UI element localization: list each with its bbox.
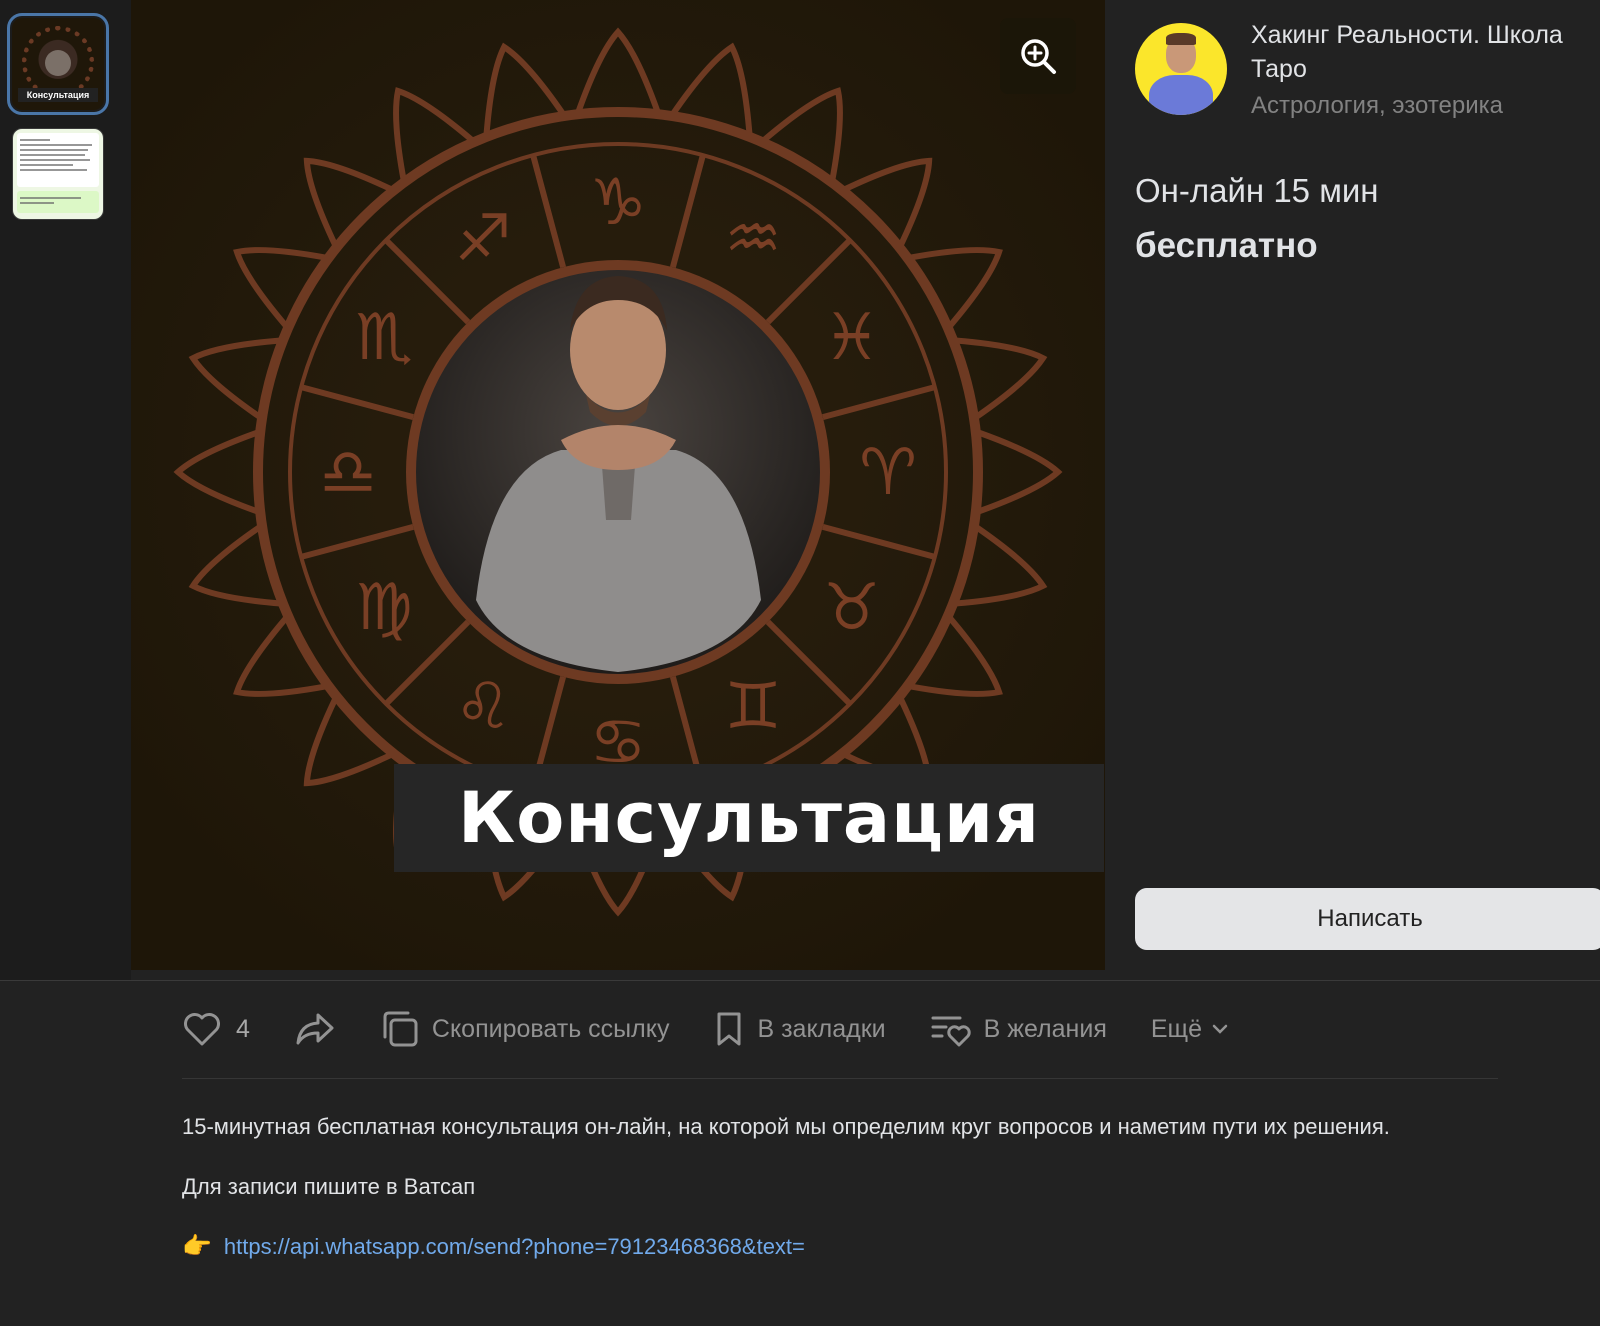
- zodiac-glyph: ♌: [454, 670, 511, 744]
- product-image[interactable]: ♈ ♉ ♊ ♋ ♌ ♍ ♎ ♏ ♐ ♑ ♒ ♓ Консультация: [131, 0, 1105, 970]
- actions-divider: [182, 1078, 1498, 1079]
- wishlist-label: В желания: [983, 1014, 1107, 1043]
- zodiac-glyph: ♍: [355, 571, 412, 645]
- seller-name[interactable]: Хакинг Реальности. Школа Таро: [1251, 18, 1591, 86]
- thumbnail-portrait: [45, 50, 71, 76]
- section-divider: [0, 980, 1600, 981]
- thumbnail-chat-reply: [17, 191, 99, 213]
- like-button[interactable]: 4: [182, 1011, 250, 1047]
- zoom-button[interactable]: [1000, 18, 1076, 94]
- share-icon: [296, 1013, 334, 1045]
- description-paragraph: Для записи пишите в Ватсап: [182, 1174, 476, 1199]
- seller-category: Астрология, эзотерика: [1251, 92, 1504, 119]
- item-info-panel: Хакинг Реальности. Школа Таро Астрология…: [1105, 0, 1600, 980]
- thumbnail-caption: Консультация: [18, 88, 98, 102]
- thumbnail-consultation[interactable]: Консультация: [7, 13, 109, 115]
- zodiac-glyph: ♊: [724, 670, 781, 744]
- seller-avatar[interactable]: [1135, 23, 1227, 115]
- chevron-down-icon: [1212, 1024, 1228, 1034]
- more-label: Ещё: [1150, 1014, 1203, 1043]
- wishlist-button[interactable]: В желания: [930, 1010, 1107, 1048]
- whatsapp-link[interactable]: https://api.whatsapp.com/send?phone=7912…: [224, 1232, 805, 1262]
- market-item-page: Консультация ♈ ♉ ♊ ♋ ♌ ♍ ♎ ♏ ♐ ♑ ♒ ♓ Кон…: [0, 0, 1600, 1326]
- bookmark-icon: [717, 1012, 741, 1046]
- whatsapp-link-row: 👉 https://api.whatsapp.com/send?phone=79…: [182, 1232, 1482, 1262]
- zodiac-glyph: ♈: [859, 436, 916, 510]
- zodiac-glyph: ♒: [724, 202, 781, 276]
- copy-link-label: Скопировать ссылку: [431, 1014, 670, 1043]
- zodiac-glyph: ♉: [823, 571, 880, 645]
- likes-count: 4: [236, 1014, 250, 1043]
- item-description: 15-минутная бесплатная консультация он-л…: [182, 1112, 1482, 1262]
- action-bar: 4 Скопировать ссылку В закладки В желани…: [182, 1003, 1274, 1055]
- wishlist-icon: [931, 1016, 971, 1047]
- heart-icon: [184, 1013, 220, 1046]
- image-title-banner: Консультация: [394, 764, 1104, 872]
- zodiac-glyph: ♎: [319, 436, 376, 510]
- share-button[interactable]: [294, 1011, 336, 1047]
- thumbnail-strip: Консультация: [0, 0, 131, 980]
- zodiac-glyph: ♓: [823, 301, 880, 375]
- thumbnail-chat-bubble: [17, 133, 99, 187]
- zodiac-glyph: ♐: [454, 202, 511, 276]
- more-button[interactable]: Ещё: [1151, 1015, 1230, 1044]
- thumbnail-chat-screenshot[interactable]: [12, 128, 104, 220]
- bookmark-label: В закладки: [757, 1014, 886, 1043]
- description-paragraph: 15-минутная бесплатная консультация он-л…: [182, 1114, 1390, 1139]
- zodiac-glyph: ♑: [589, 166, 646, 240]
- bookmark-button[interactable]: В закладки: [713, 1010, 886, 1048]
- pointing-hand-icon: 👉: [182, 1233, 212, 1260]
- copy-link-button[interactable]: Скопировать ссылку: [380, 1009, 670, 1049]
- write-message-button[interactable]: Написать: [1135, 888, 1600, 950]
- item-price: бесплатно: [1135, 226, 1318, 265]
- zoom-in-icon: [1021, 39, 1056, 74]
- item-title: Он-лайн 15 мин: [1135, 172, 1379, 209]
- copy-icon: [383, 1011, 418, 1047]
- zodiac-glyph: ♏: [355, 301, 412, 375]
